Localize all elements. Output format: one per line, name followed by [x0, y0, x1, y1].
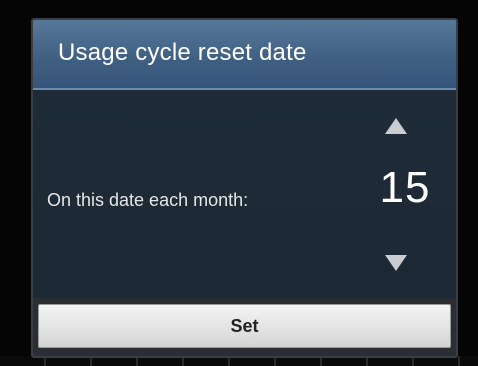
- dialog-title: Usage cycle reset date: [58, 39, 307, 66]
- set-button[interactable]: Set: [38, 304, 451, 348]
- picker-value[interactable]: 15: [370, 166, 440, 210]
- dialog-body: On this date each month: 15: [33, 90, 456, 298]
- usage-cycle-dialog: Usage cycle reset date On this date each…: [31, 18, 458, 358]
- dialog-header: Usage cycle reset date: [33, 20, 456, 90]
- triangle-down-icon[interactable]: [385, 255, 407, 271]
- triangle-up-icon[interactable]: [385, 118, 407, 134]
- date-number-picker[interactable]: 15: [370, 90, 440, 298]
- reset-date-label: On this date each month:: [47, 190, 249, 210]
- dialog-footer: Set: [33, 298, 456, 356]
